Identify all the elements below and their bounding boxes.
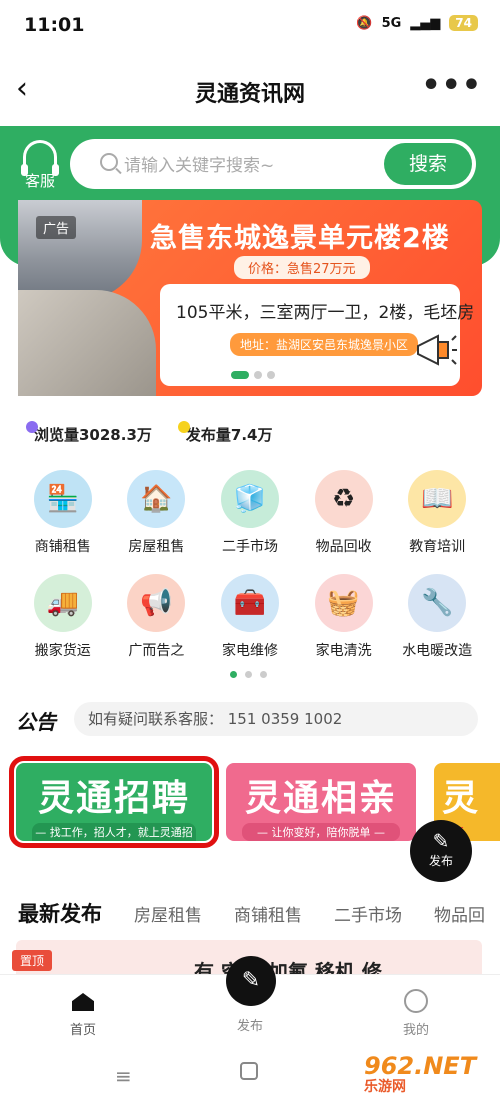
book-icon: 📖 xyxy=(408,470,467,528)
watermark-logo: 962.NET 乐游网 xyxy=(364,1052,476,1096)
category-label: 二手市场 xyxy=(221,539,278,555)
promo-dating[interactable]: 灵通相亲 — 让你变好，陪你脱单 — xyxy=(226,763,416,841)
category-item[interactable]: ♻ 物品回收 xyxy=(297,470,391,556)
menu-icon[interactable]: ≡ xyxy=(115,1064,132,1088)
status-time: 11:01 xyxy=(24,14,85,36)
category-item[interactable]: 🚚 搬家货运 xyxy=(16,574,110,660)
pipe-icon: 🔧 xyxy=(408,574,467,632)
category-label: 搬家货运 xyxy=(34,643,91,659)
posts-label: 发布量7.4万 xyxy=(185,426,273,444)
shop-icon: 🏪 xyxy=(33,470,92,528)
promo-title: 灵 xyxy=(442,778,481,819)
category-item[interactable]: 📖 教育培训 xyxy=(390,470,484,556)
nav-publish[interactable]: 发布 xyxy=(200,1015,300,1034)
nav-home[interactable]: 首页 xyxy=(33,975,133,1038)
views-label: 浏览量3028.3万 xyxy=(34,426,152,444)
feed-tabs: 最新发布 房屋租售 商铺租售 二手市场 物品回 xyxy=(18,898,485,928)
house-icon: 🏠 xyxy=(127,470,186,528)
system-home-icon[interactable] xyxy=(240,1062,258,1080)
category-item[interactable]: 🧺 家电清洗 xyxy=(297,574,391,660)
truck-icon: 🚚 xyxy=(33,574,92,632)
customer-service-button[interactable]: 客服 xyxy=(18,140,62,191)
nav-publish-label: 发布 xyxy=(236,1019,263,1034)
promo-title: 灵通招聘 xyxy=(37,778,190,819)
promo-recruit[interactable]: 灵通招聘 — 找工作，招人才，就上灵通招聘网 — xyxy=(9,756,219,848)
profile-icon xyxy=(404,989,428,1013)
pagination-dot xyxy=(260,671,267,678)
megaphone-icon: 📢 xyxy=(127,574,186,632)
tab-housing[interactable]: 房屋租售 xyxy=(134,901,202,926)
banner-description: 105平米，三室两厅一卫，2楼，毛坯房 xyxy=(176,303,475,323)
category-item[interactable]: 🧰 家电维修 xyxy=(203,574,297,660)
category-label: 家电清洗 xyxy=(315,643,372,659)
notice-label: 公告 xyxy=(16,710,56,734)
edit-icon: ✎ xyxy=(432,829,450,853)
stats-row: 浏览量3028.3万 发布量7.4万 xyxy=(26,421,273,445)
category-label: 家电维修 xyxy=(221,643,278,659)
category-item[interactable]: 🏠 房屋租售 xyxy=(110,470,204,556)
notice-bar[interactable]: 如有疑问联系客服： 151 0359 1002 xyxy=(74,702,478,736)
category-grid: 🏪 商铺租售 🏠 房屋租售 🧊 二手市场 ♻ 物品回收 📖 教育培训 🚚 搬家货运 📢 广而告之 🧰 家电维修… xyxy=(16,470,484,660)
tab-secondhand[interactable]: 二手市场 xyxy=(334,901,402,926)
recycle-icon: ♻ xyxy=(314,470,373,528)
toolbox-icon: 🧰 xyxy=(220,574,279,632)
signal-icon: ▂▄▆ xyxy=(410,15,441,31)
category-label: 教育培训 xyxy=(409,539,466,555)
category-item[interactable]: 🏪 商铺租售 xyxy=(16,470,110,556)
promo-title: 灵通相亲 xyxy=(244,778,397,819)
ad-tag: 广告 xyxy=(36,216,77,239)
battery-icon: 74 xyxy=(449,15,478,31)
banner-title: 急售东城逸景单元楼2楼 xyxy=(150,223,450,254)
search-button[interactable]: 搜索 xyxy=(384,143,472,185)
washer-icon: 🧺 xyxy=(314,574,373,632)
category-label: 房屋租售 xyxy=(128,539,185,555)
nav-home-label: 首页 xyxy=(69,1023,96,1038)
nav-me-label: 我的 xyxy=(402,1023,429,1038)
home-icon xyxy=(72,993,94,1011)
posts-stat: 发布量7.4万 xyxy=(177,421,273,445)
pagination-dot xyxy=(267,371,275,379)
tab-latest[interactable]: 最新发布 xyxy=(18,898,102,928)
category-item[interactable]: 🧊 二手市场 xyxy=(203,470,297,556)
interior-photo xyxy=(18,290,156,396)
posts-dot-icon xyxy=(177,421,190,433)
headset-icon xyxy=(21,140,59,176)
category-label: 广而告之 xyxy=(128,643,185,659)
category-label: 水电暖改造 xyxy=(402,643,473,659)
category-pagination xyxy=(230,671,267,678)
nav-me[interactable]: 我的 xyxy=(366,975,466,1038)
tab-recycle[interactable]: 物品回 xyxy=(434,901,485,926)
pagination-dot xyxy=(230,671,237,678)
floating-publish-button[interactable]: ✎ 发布 xyxy=(410,820,472,882)
pagination-dot xyxy=(231,371,249,379)
pinned-badge: 置顶 xyxy=(12,950,53,971)
promo-subtitle: — 让你变好，陪你脱单 — xyxy=(242,823,400,841)
banner-address: 地址：盐湖区安邑东城逸景小区 xyxy=(230,333,419,356)
fridge-icon: 🧊 xyxy=(220,470,279,528)
category-item[interactable]: 🔧 水电暖改造 xyxy=(390,574,484,660)
more-icon[interactable]: ••• xyxy=(421,68,482,103)
category-item[interactable]: 📢 广而告之 xyxy=(110,574,204,660)
app-bar: ‹ 灵通资讯网 ••• xyxy=(0,56,500,126)
pagination-dot xyxy=(254,371,262,379)
publish-icon[interactable]: ✎ xyxy=(226,956,276,1006)
search-icon xyxy=(100,153,118,171)
pagination-dot xyxy=(245,671,252,678)
banner-price: 价格：急售27万元 xyxy=(234,256,370,279)
category-label: 物品回收 xyxy=(315,539,372,555)
fab-label: 发布 xyxy=(428,854,453,868)
mute-icon: 🔕 xyxy=(356,15,373,31)
search-placeholder: 请输入关键字搜索~ xyxy=(124,156,275,176)
category-label: 商铺租售 xyxy=(34,539,91,555)
views-stat: 浏览量3028.3万 xyxy=(26,421,152,445)
megaphone-icon xyxy=(417,334,457,366)
banner-pagination xyxy=(231,371,275,379)
status-icons: 🔕 5G ▂▄▆ 74 xyxy=(356,15,478,31)
tab-shops[interactable]: 商铺租售 xyxy=(234,901,302,926)
network-label: 5G xyxy=(381,15,402,31)
promo-subtitle: — 找工作，招人才，就上灵通招聘网 — xyxy=(32,823,196,841)
views-dot-icon xyxy=(26,421,38,433)
